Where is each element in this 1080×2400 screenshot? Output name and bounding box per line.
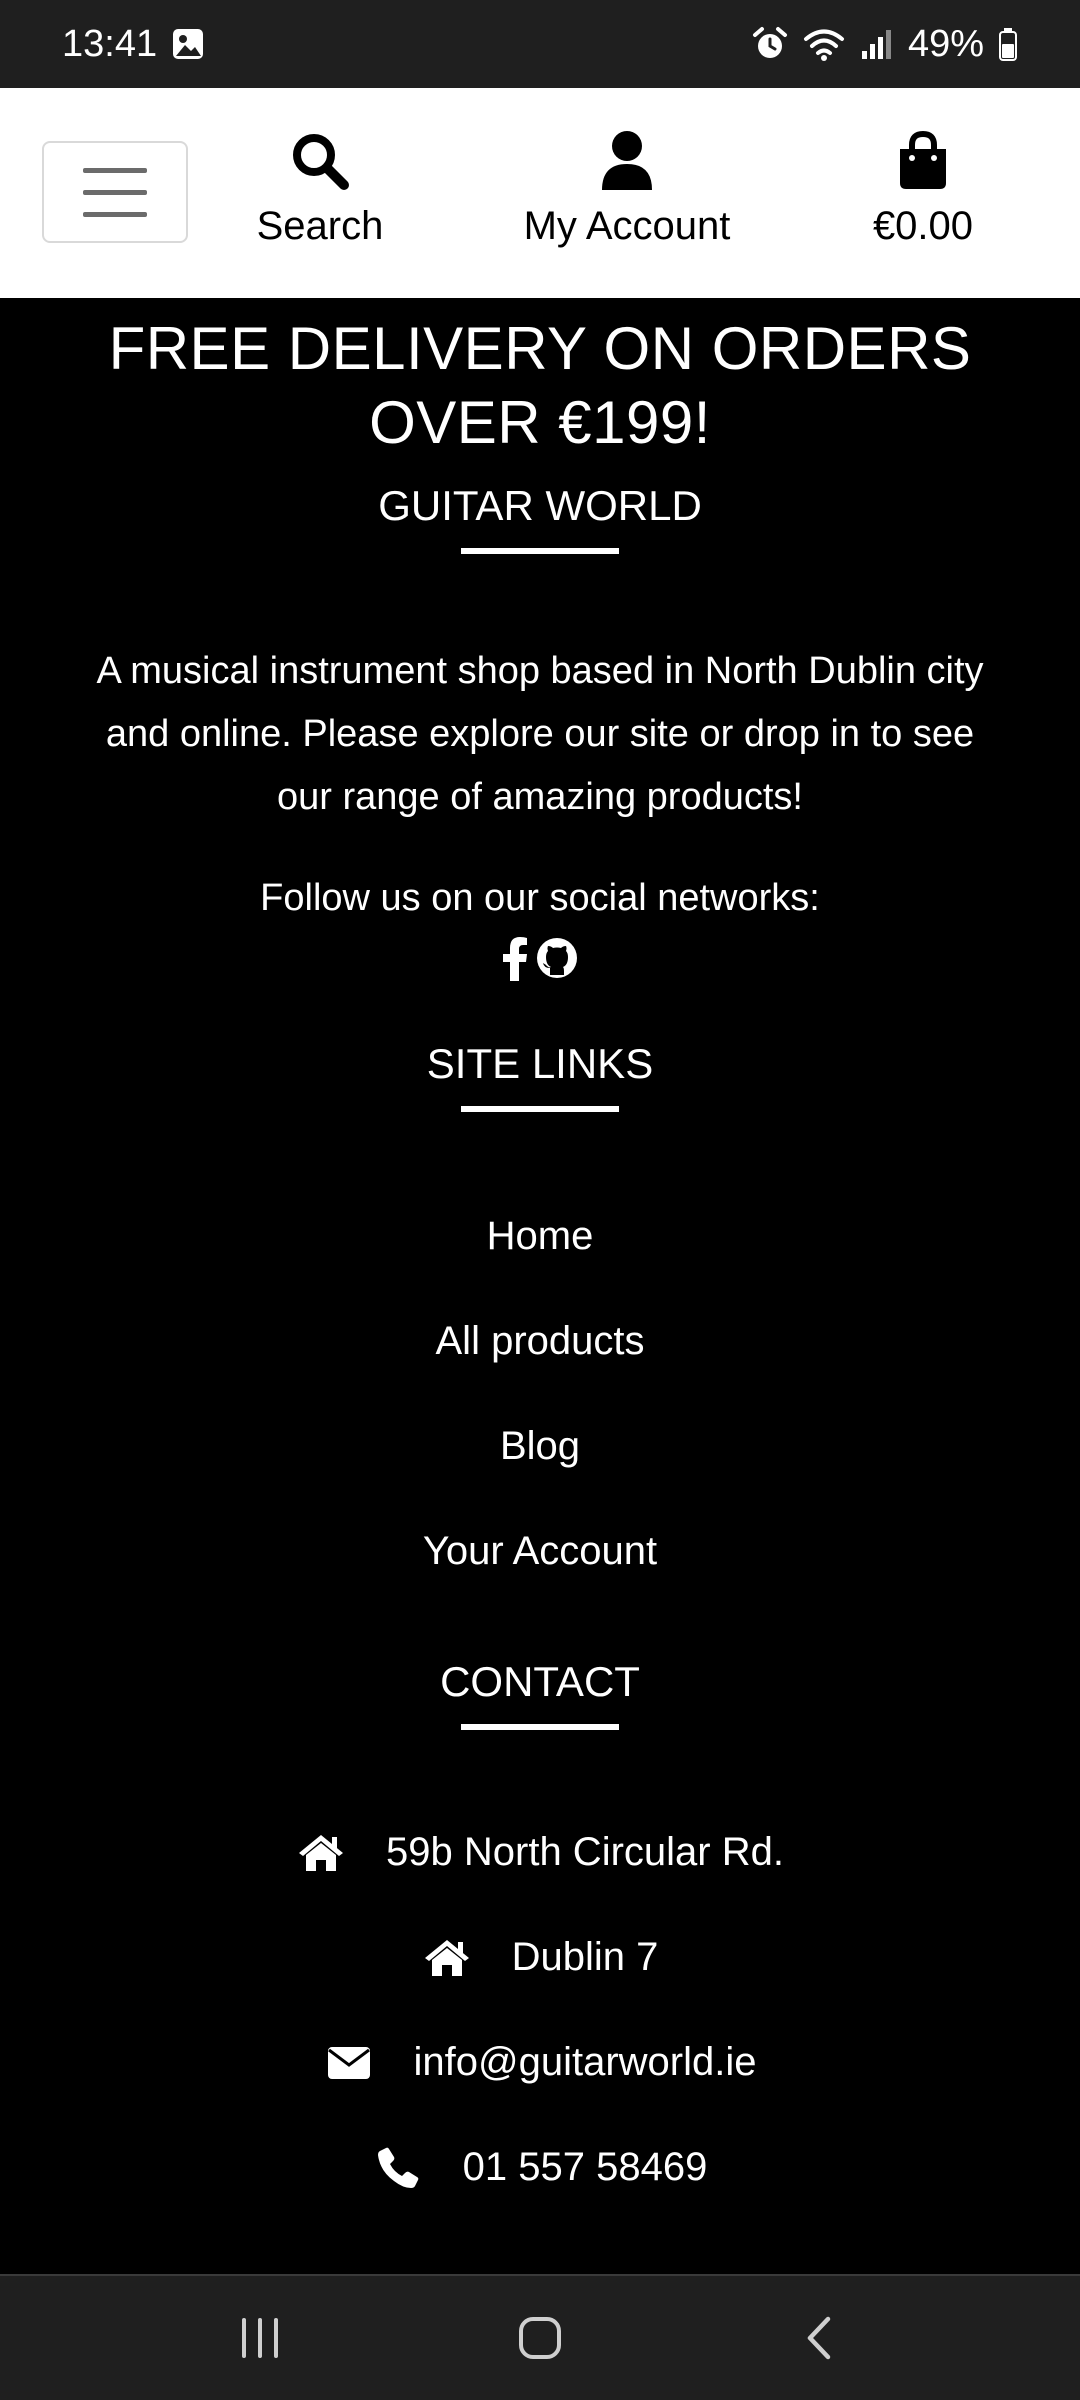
site-links-title-underline xyxy=(461,1106,619,1112)
status-time: 13:41 xyxy=(62,22,158,65)
status-bar-left: 13:41 xyxy=(62,23,205,66)
home-link[interactable]: Home xyxy=(487,1214,594,1258)
menu-icon xyxy=(83,167,147,173)
home-button[interactable] xyxy=(500,2298,580,2378)
contact-phone: 01 557 58469 xyxy=(0,2115,1080,2220)
footer-content: FREE DELIVERY ON ORDERS OVER €199! GUITA… xyxy=(0,298,1080,2274)
site-links-title: SITE LINKS xyxy=(426,1040,654,1087)
signal-icon xyxy=(860,27,894,61)
system-nav-bar xyxy=(0,2274,1080,2400)
recent-apps-icon xyxy=(242,2318,278,2358)
contact-address-line-2: Dublin 7 xyxy=(0,1905,1080,2010)
alarm-icon xyxy=(752,26,788,62)
email-link[interactable]: info@guitarworld.ie xyxy=(414,2040,757,2085)
menu-icon-bar xyxy=(83,189,147,195)
list-item: Home xyxy=(0,1184,1080,1289)
about-text: A musical instrument shop based in North… xyxy=(96,650,984,818)
social-links xyxy=(0,937,1080,986)
my-account-label: My Account xyxy=(523,204,731,248)
follow-text: Follow us on our social networks: xyxy=(260,877,820,919)
gallery-icon xyxy=(171,27,205,61)
all-products-link[interactable]: All products xyxy=(436,1319,645,1363)
blog-link[interactable]: Blog xyxy=(500,1424,580,1468)
address-line-2: Dublin 7 xyxy=(511,1935,659,1979)
list-item: Blog xyxy=(0,1394,1080,1499)
envelope-icon xyxy=(324,2046,374,2080)
contact-address-line-1: 59b North Circular Rd. xyxy=(0,1800,1080,1905)
status-bar: 13:41 49% xyxy=(0,0,1080,88)
about-title-underline xyxy=(461,548,619,554)
phone-icon xyxy=(373,2147,423,2189)
contact-section: CONTACT 59b North Circular Rd. Dublin 7 … xyxy=(0,1654,1080,2220)
search-icon xyxy=(290,128,350,194)
contact-list: 59b North Circular Rd. Dublin 7 info@gui… xyxy=(0,1800,1080,2220)
banner-line-2: OVER €199! xyxy=(369,389,711,456)
site-links-section: SITE LINKS Home All products Blog Your A… xyxy=(0,1036,1080,1604)
search-label: Search xyxy=(256,204,384,248)
about-title: GUITAR WORLD xyxy=(378,482,702,529)
facebook-icon[interactable] xyxy=(502,937,528,986)
search-nav-link[interactable]: Search xyxy=(240,128,400,258)
site-links-list: Home All products Blog Your Account xyxy=(0,1184,1080,1604)
menu-toggle-button[interactable] xyxy=(42,141,188,243)
about-section: GUITAR WORLD A musical instrument shop b… xyxy=(0,478,1080,986)
phone-number[interactable]: 01 557 58469 xyxy=(463,2145,708,2190)
github-icon[interactable] xyxy=(536,937,578,986)
recent-apps-button[interactable] xyxy=(220,2298,300,2378)
battery-percent: 49% xyxy=(907,22,984,65)
shopping-bag-icon xyxy=(897,128,949,194)
user-icon xyxy=(600,128,654,194)
battery-icon xyxy=(998,26,1018,62)
shopping-bag-nav-link[interactable]: €0.00 xyxy=(850,128,996,258)
contact-email: info@guitarworld.ie xyxy=(0,2010,1080,2115)
my-account-nav-link[interactable]: My Account xyxy=(500,128,754,258)
home-icon xyxy=(422,1938,472,1978)
bag-total: €0.00 xyxy=(872,204,974,248)
your-account-link[interactable]: Your Account xyxy=(423,1529,657,1573)
home-nav-icon xyxy=(519,2317,561,2359)
list-item: All products xyxy=(0,1289,1080,1394)
top-nav: Search My Account €0.00 xyxy=(0,88,1080,298)
address-line-1: 59b North Circular Rd. xyxy=(386,1830,784,1874)
banner-line-1: FREE DELIVERY ON ORDERS xyxy=(108,315,972,382)
menu-icon-bar xyxy=(83,211,147,217)
wifi-icon xyxy=(802,26,846,62)
home-icon xyxy=(296,1833,346,1873)
back-button[interactable] xyxy=(780,2298,860,2378)
contact-title: CONTACT xyxy=(440,1658,640,1705)
list-item: Your Account xyxy=(0,1499,1080,1604)
back-icon xyxy=(807,2316,831,2360)
free-delivery-banner: FREE DELIVERY ON ORDERS OVER €199! xyxy=(0,312,1080,460)
status-bar-right: 49% xyxy=(752,23,1018,66)
contact-title-underline xyxy=(461,1724,619,1730)
